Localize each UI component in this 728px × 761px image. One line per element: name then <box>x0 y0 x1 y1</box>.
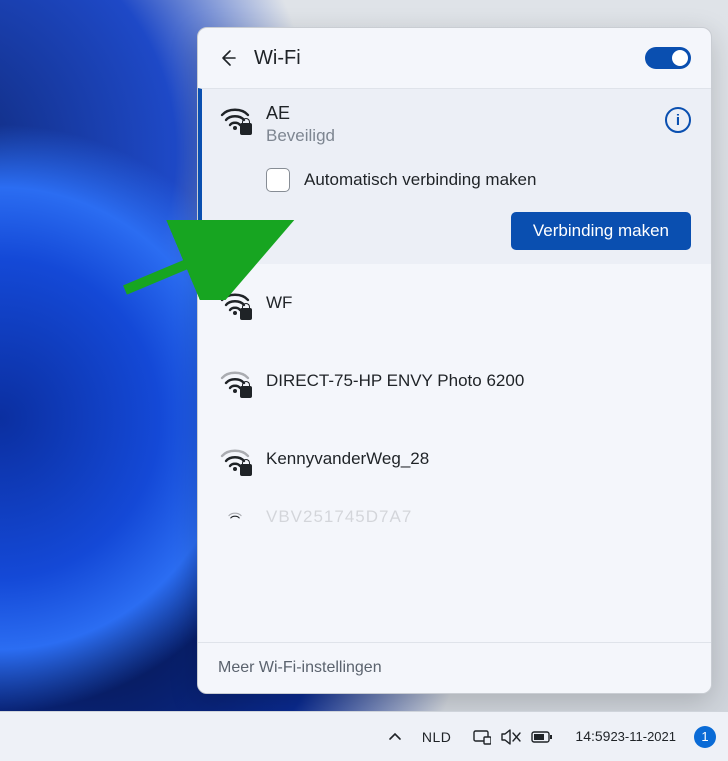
auto-connect-row: Automatisch verbinding maken <box>266 168 691 192</box>
network-list: AE Beveiligd i Automatisch verbinding ma… <box>198 88 711 642</box>
network-name: VBV251745D7A7 <box>266 507 412 522</box>
network-status: Beveiligd <box>266 126 649 146</box>
back-arrow-icon <box>218 48 238 68</box>
clock-time: 14:59 <box>575 728 610 745</box>
notification-badge[interactable]: 1 <box>694 726 716 748</box>
chevron-up-icon <box>388 730 402 744</box>
network-name: WF <box>266 293 292 313</box>
network-names: AE Beveiligd <box>266 103 649 146</box>
auto-connect-checkbox[interactable] <box>266 168 290 192</box>
wifi-signal-icon <box>220 510 250 522</box>
wifi-signal-icon <box>220 288 250 318</box>
connect-row: Verbinding maken <box>220 212 691 250</box>
taskbar: NLD 14:59 23-11-2021 1 <box>0 711 728 761</box>
wifi-signal-icon <box>220 103 250 133</box>
network-item-selected[interactable]: AE Beveiligd i Automatisch verbinding ma… <box>198 88 711 264</box>
wifi-flyout: Wi-Fi AE Beveiligd <box>197 27 712 694</box>
wifi-signal-icon <box>220 444 250 474</box>
lock-icon <box>240 308 252 320</box>
connect-button[interactable]: Verbinding maken <box>511 212 691 250</box>
volume-muted-icon <box>501 728 521 746</box>
network-item-partial[interactable]: VBV251745D7A7 <box>198 498 711 522</box>
network-name: KennyvanderWeg_28 <box>266 449 429 469</box>
wifi-signal-icon <box>220 366 250 396</box>
tray-overflow-button[interactable] <box>382 712 408 761</box>
system-tray[interactable] <box>465 712 561 761</box>
network-item[interactable]: DIRECT-75-HP ENVY Photo 6200 <box>198 342 711 420</box>
battery-charging-icon <box>531 730 553 744</box>
clock-date: 23-11-2021 <box>610 729 676 745</box>
network-name: AE <box>266 103 649 124</box>
back-button[interactable] <box>212 42 244 74</box>
clock[interactable]: 14:59 23-11-2021 <box>569 712 682 761</box>
network-row: AE Beveiligd i <box>220 103 691 146</box>
network-icon <box>473 728 491 746</box>
info-button[interactable]: i <box>665 107 691 133</box>
more-wifi-settings-link[interactable]: Meer Wi-Fi-instellingen <box>198 642 711 693</box>
flyout-header: Wi-Fi <box>198 28 711 88</box>
network-item[interactable]: WF <box>198 264 711 342</box>
lock-icon <box>240 386 252 398</box>
auto-connect-label: Automatisch verbinding maken <box>304 170 536 190</box>
lock-icon <box>240 464 252 476</box>
network-name: DIRECT-75-HP ENVY Photo 6200 <box>266 371 524 391</box>
info-icon: i <box>676 112 680 129</box>
network-item[interactable]: KennyvanderWeg_28 <box>198 420 711 498</box>
language-indicator[interactable]: NLD <box>416 712 458 761</box>
flyout-title: Wi-Fi <box>254 47 645 70</box>
lock-icon <box>240 123 252 135</box>
wifi-toggle[interactable] <box>645 47 691 69</box>
